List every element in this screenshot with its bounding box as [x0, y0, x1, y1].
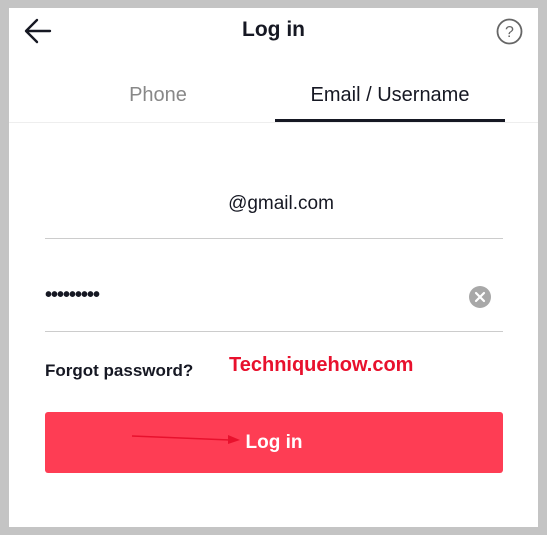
login-button[interactable]: Log in [45, 412, 503, 473]
question-circle-icon: ? [496, 18, 523, 45]
tab-phone[interactable]: Phone [60, 84, 256, 107]
annotation-arrow-icon [131, 435, 240, 444]
password-underline [45, 331, 503, 332]
clear-circle-icon [469, 286, 491, 308]
help-button[interactable]: ? [496, 18, 523, 45]
tab-divider [9, 122, 538, 123]
clear-password-button[interactable] [469, 286, 491, 308]
page-title: Log in [242, 18, 305, 41]
tab-email-username[interactable]: Email / Username [275, 84, 505, 107]
svg-text:?: ? [505, 24, 514, 41]
forgot-password-link[interactable]: Forgot password? [45, 361, 193, 381]
email-underline [45, 238, 503, 239]
password-input[interactable]: ••••••••• [45, 284, 100, 307]
email-input[interactable]: @gmail.com [45, 193, 517, 215]
watermark: Techniquehow.com [229, 354, 414, 376]
